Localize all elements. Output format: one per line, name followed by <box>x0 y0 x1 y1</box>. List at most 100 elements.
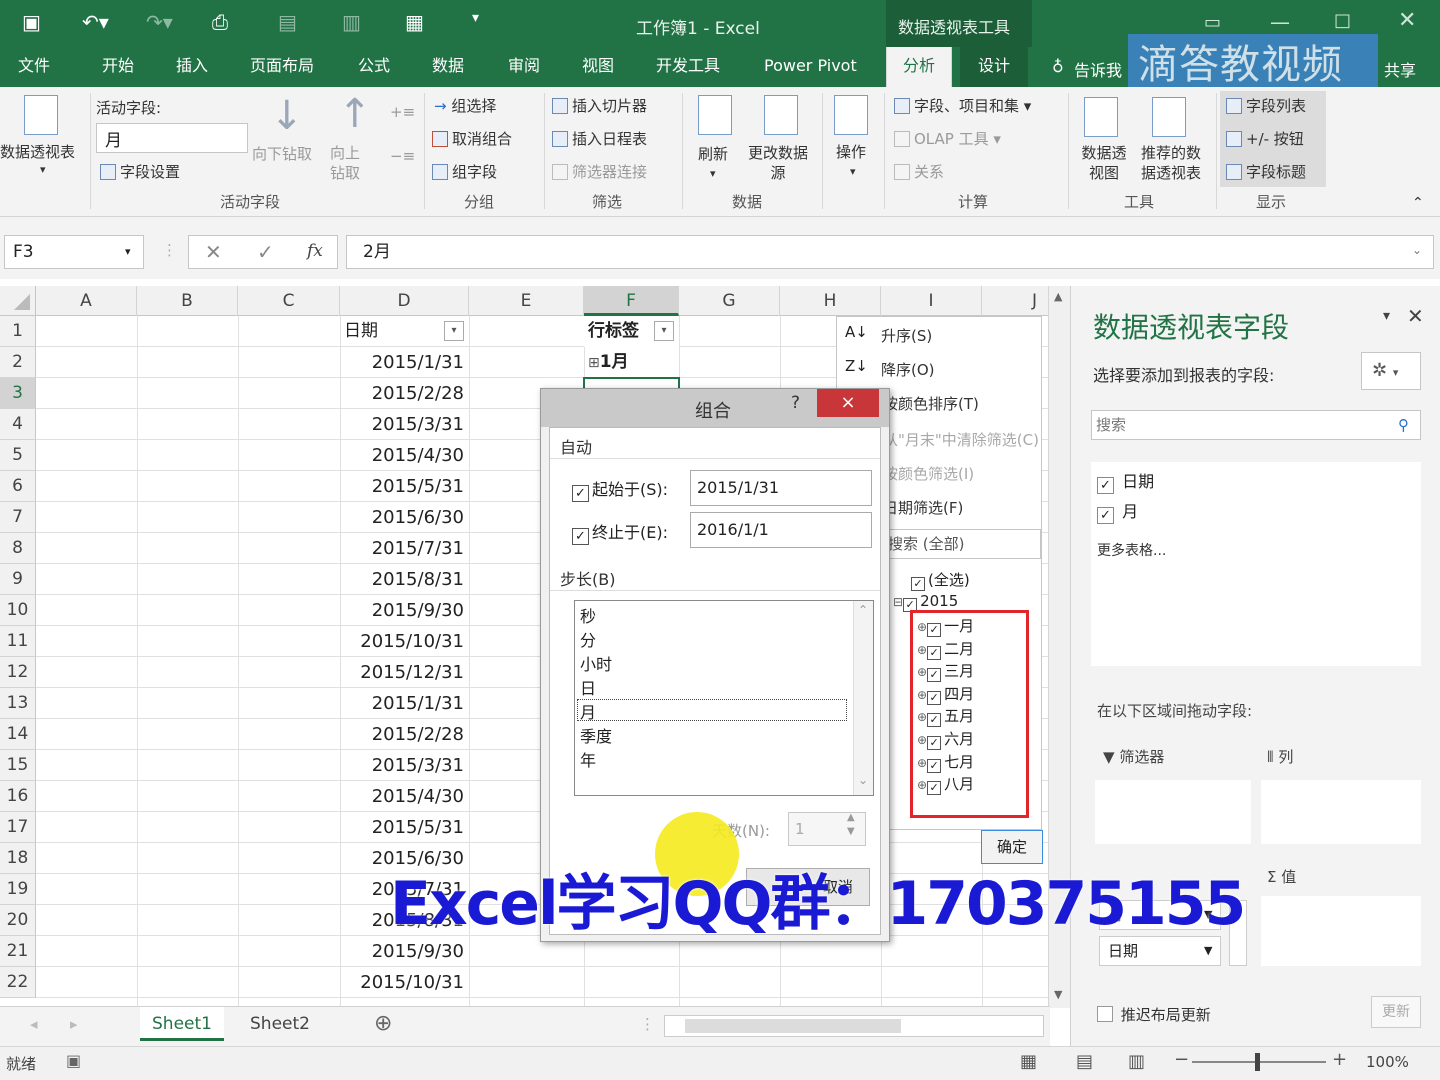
filter-connections-button[interactable]: 筛选器连接 <box>552 161 647 182</box>
tab-review[interactable]: 审阅 <box>500 47 548 87</box>
stepper-arrows-icon[interactable]: ▲ ▼ <box>847 811 855 839</box>
step-option[interactable]: 秒 <box>580 603 596 627</box>
column-header-g[interactable]: G <box>679 286 780 316</box>
end-checkbox[interactable]: ✓ 终止于(E): <box>572 519 668 545</box>
date-cell[interactable]: 2015/3/31 <box>340 750 468 781</box>
collapse-ribbon-icon[interactable]: ⌃ <box>1412 195 1424 211</box>
checkbox-icon[interactable]: ✓ <box>1097 477 1114 494</box>
column-header-i[interactable]: I <box>881 286 982 316</box>
tab-file[interactable]: 文件 <box>10 47 58 87</box>
column-header-h[interactable]: H <box>780 286 881 316</box>
pivot-chart-button[interactable]: 数据透视图 <box>1076 143 1132 183</box>
field-item-date[interactable]: ✓ 日期 <box>1097 468 1154 494</box>
zoom-out-icon[interactable]: − <box>1174 1049 1189 1070</box>
menu-date-filter[interactable]: 日期筛选(F) <box>883 497 963 518</box>
step-option[interactable]: 小时 <box>580 651 612 675</box>
field-list-button[interactable]: 字段列表 <box>1226 95 1306 116</box>
date-cell[interactable]: 2015/3/31 <box>340 409 468 440</box>
field-item-month[interactable]: ✓ 月 <box>1097 498 1138 524</box>
menu-clear-filter[interactable]: 从"月末"中清除筛选(C) <box>883 429 1039 450</box>
insert-function-icon[interactable]: fx <box>307 241 323 261</box>
scroll-up-icon[interactable]: ▲ <box>1054 290 1062 303</box>
date-cell[interactable]: 2015/7/31 <box>340 533 468 564</box>
date-cell[interactable]: 2015/8/31 <box>340 564 468 595</box>
column-header-a[interactable]: A <box>36 286 137 316</box>
row-header-22[interactable]: 22 <box>0 967 36 998</box>
days-stepper[interactable]: 1 ▲ ▼ <box>788 812 866 846</box>
date-cell[interactable]: 2015/5/31 <box>340 812 468 843</box>
help-button[interactable]: ? <box>791 393 800 413</box>
zoom-in-icon[interactable]: + <box>1332 1049 1347 1070</box>
normal-view-icon[interactable]: ▦ <box>1020 1051 1037 1072</box>
row-header-3[interactable]: 3 <box>0 378 36 409</box>
prev-sheet-icon[interactable]: ◂ <box>30 1015 38 1033</box>
menu-sort-asc[interactable]: 升序(S) <box>881 325 932 346</box>
step-option[interactable]: 日 <box>580 675 596 699</box>
column-header-d[interactable]: D <box>340 286 469 316</box>
close-icon[interactable]: ✕ <box>1398 8 1416 33</box>
group-field-button[interactable]: 组字段 <box>432 161 497 182</box>
plus-minus-button[interactable]: +/- 按钮 <box>1226 128 1304 149</box>
splitter-icon[interactable]: ⋮ <box>162 241 177 259</box>
change-source-button[interactable]: 更改数据源 <box>748 143 808 183</box>
date-cell[interactable]: 2015/12/31 <box>340 657 468 688</box>
row-header-6[interactable]: 6 <box>0 471 36 502</box>
tab-page-layout[interactable]: 页面布局 <box>242 47 322 87</box>
collapse-icon[interactable]: ⊟ <box>893 595 903 609</box>
step-option[interactable]: 分 <box>580 627 596 651</box>
pivot-item-first[interactable]: ⊞1月 <box>584 347 679 378</box>
checkbox-icon[interactable] <box>1097 1006 1113 1022</box>
step-listbox[interactable]: 秒分小时日月季度年 ⌃ ⌄ <box>574 600 874 796</box>
splitter-icon[interactable]: ⋮ <box>640 1015 655 1033</box>
qa-icon-4[interactable]: ▦ <box>405 10 424 34</box>
column-header-e[interactable]: E <box>469 286 584 316</box>
columns-drop-area[interactable] <box>1261 780 1421 844</box>
row-header-4[interactable]: 4 <box>0 409 36 440</box>
update-button[interactable]: 更新 <box>1371 996 1421 1028</box>
tab-insert[interactable]: 插入 <box>168 47 216 87</box>
customize-qa-icon[interactable]: ▾ <box>472 10 479 26</box>
relationships-button[interactable]: 关系 <box>894 161 944 182</box>
date-cell[interactable]: 2015/5/31 <box>340 471 468 502</box>
step-option[interactable]: 季度 <box>580 723 612 747</box>
tree-year[interactable]: ⊟ ✓ 2015 <box>893 592 958 612</box>
date-cell[interactable]: 2015/4/30 <box>340 781 468 812</box>
row-header-18[interactable]: 18 <box>0 843 36 874</box>
filter-dropdown-icon[interactable]: ▾ <box>654 321 674 341</box>
chevron-down-icon[interactable]: ▾ <box>850 165 856 178</box>
next-sheet-icon[interactable]: ▸ <box>70 1015 78 1033</box>
row-header-16[interactable]: 16 <box>0 781 36 812</box>
name-box[interactable]: F3 ▾ <box>4 235 144 269</box>
pane-close-icon[interactable]: ✕ <box>1407 304 1424 328</box>
expand-field-icon[interactable]: +≡ <box>390 103 415 121</box>
ungroup-button[interactable]: 取消组合 <box>432 128 512 149</box>
ribbon-display-icon[interactable]: ▭ <box>1204 12 1221 33</box>
menu-search-box[interactable]: 搜索 (全部) <box>883 529 1041 559</box>
zoom-slider-thumb[interactable] <box>1255 1053 1260 1071</box>
values-drop-area[interactable] <box>1261 896 1421 966</box>
row-header-7[interactable]: 7 <box>0 502 36 533</box>
cancel-icon[interactable]: ✕ <box>205 240 222 264</box>
sheet-tab-1[interactable]: Sheet1 <box>140 1007 224 1041</box>
column-header-b[interactable]: B <box>137 286 238 316</box>
horizontal-scrollbar[interactable] <box>664 1015 1044 1037</box>
checkbox-icon[interactable]: ✓ <box>572 528 589 545</box>
date-cell[interactable]: 2015/2/28 <box>340 719 468 750</box>
tab-view[interactable]: 视图 <box>574 47 622 87</box>
row-header-2[interactable]: 2 <box>0 347 36 378</box>
tab-power-pivot[interactable]: Power Pivot <box>756 47 865 87</box>
column-header-j[interactable]: J <box>982 286 1050 316</box>
row-header-11[interactable]: 11 <box>0 626 36 657</box>
pane-options-icon[interactable]: ▾ <box>1383 308 1390 324</box>
recommended-pivot-button[interactable]: 推荐的数据透视表 <box>1134 143 1208 183</box>
olap-tools-button[interactable]: OLAP 工具 ▾ <box>894 128 1001 149</box>
actions-button[interactable]: 操作 <box>836 141 866 162</box>
date-cell[interactable]: 2015/1/31 <box>340 688 468 719</box>
menu-sort-desc[interactable]: 降序(O) <box>881 359 935 380</box>
qa-icon-2[interactable]: ▤ <box>278 10 297 34</box>
field-settings-button[interactable]: 字段设置 <box>100 161 180 182</box>
fields-items-sets-button[interactable]: 字段、项目和集 ▾ <box>894 95 1031 116</box>
tell-me-box[interactable]: 告诉我 <box>1074 57 1122 81</box>
tab-analyze[interactable]: 分析 <box>886 47 953 87</box>
maximize-icon[interactable]: □ <box>1334 10 1351 31</box>
